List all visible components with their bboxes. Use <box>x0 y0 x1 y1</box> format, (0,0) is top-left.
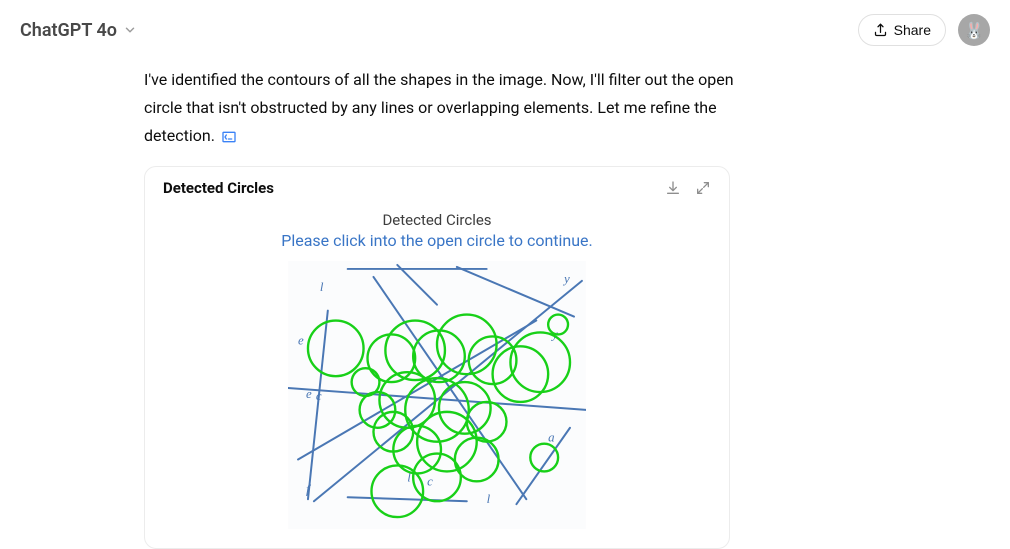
code-reference-icon[interactable] <box>221 129 237 145</box>
assistant-message: I've identified the contours of all the … <box>144 66 750 150</box>
figure-title: Detected Circles <box>163 211 711 229</box>
card-body: Detected Circles Please click into the o… <box>145 203 729 548</box>
detected-circles-figure[interactable]: leecflcalyy <box>287 260 587 530</box>
svg-text:e: e <box>306 387 312 401</box>
share-label: Share <box>894 22 931 38</box>
result-card: Detected Circles Detected Circles Please… <box>144 166 730 549</box>
svg-text:l: l <box>320 280 324 294</box>
svg-text:c: c <box>427 474 433 488</box>
download-icon[interactable] <box>665 180 681 196</box>
model-label: ChatGPT 4o <box>20 20 117 41</box>
avatar[interactable]: 🐰 <box>958 14 990 46</box>
card-actions <box>665 180 711 196</box>
svg-text:a: a <box>548 431 554 445</box>
card-title: Detected Circles <box>163 179 274 197</box>
card-header: Detected Circles <box>145 167 729 203</box>
model-switcher[interactable]: ChatGPT 4o <box>20 20 137 41</box>
chevron-down-icon <box>123 23 137 37</box>
svg-text:e: e <box>298 333 304 347</box>
header: ChatGPT 4o Share 🐰 <box>0 0 1010 56</box>
svg-text:l: l <box>487 492 491 506</box>
avatar-glyph: 🐰 <box>964 21 984 40</box>
share-button[interactable]: Share <box>858 14 946 46</box>
share-icon <box>873 23 888 38</box>
figure-subtitle: Please click into the open circle to con… <box>163 231 711 250</box>
svg-text:c: c <box>316 389 322 403</box>
expand-icon[interactable] <box>695 180 711 196</box>
svg-text:y: y <box>562 272 570 286</box>
header-actions: Share 🐰 <box>858 14 990 46</box>
content: I've identified the contours of all the … <box>0 56 750 549</box>
